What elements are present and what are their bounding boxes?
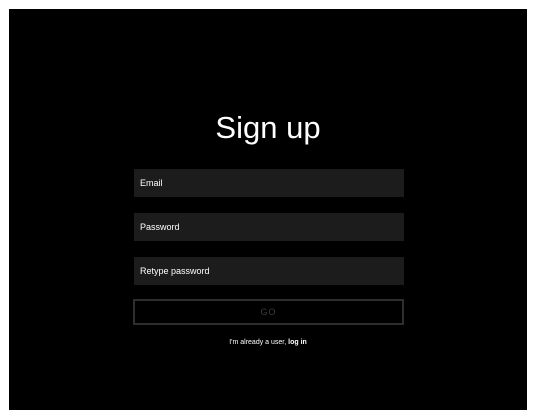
retype-password-field[interactable] xyxy=(134,257,404,285)
login-prompt: I'm already a user, log in xyxy=(9,339,527,346)
email-field[interactable] xyxy=(134,169,404,197)
signup-panel: Sign up GO I'm already a user, log in xyxy=(9,9,527,410)
login-prompt-text: I'm already a user, xyxy=(229,339,289,346)
login-link[interactable]: log in xyxy=(288,339,307,346)
page-title: Sign up xyxy=(215,109,321,145)
password-field[interactable] xyxy=(134,213,404,241)
go-button[interactable]: GO xyxy=(133,299,404,325)
